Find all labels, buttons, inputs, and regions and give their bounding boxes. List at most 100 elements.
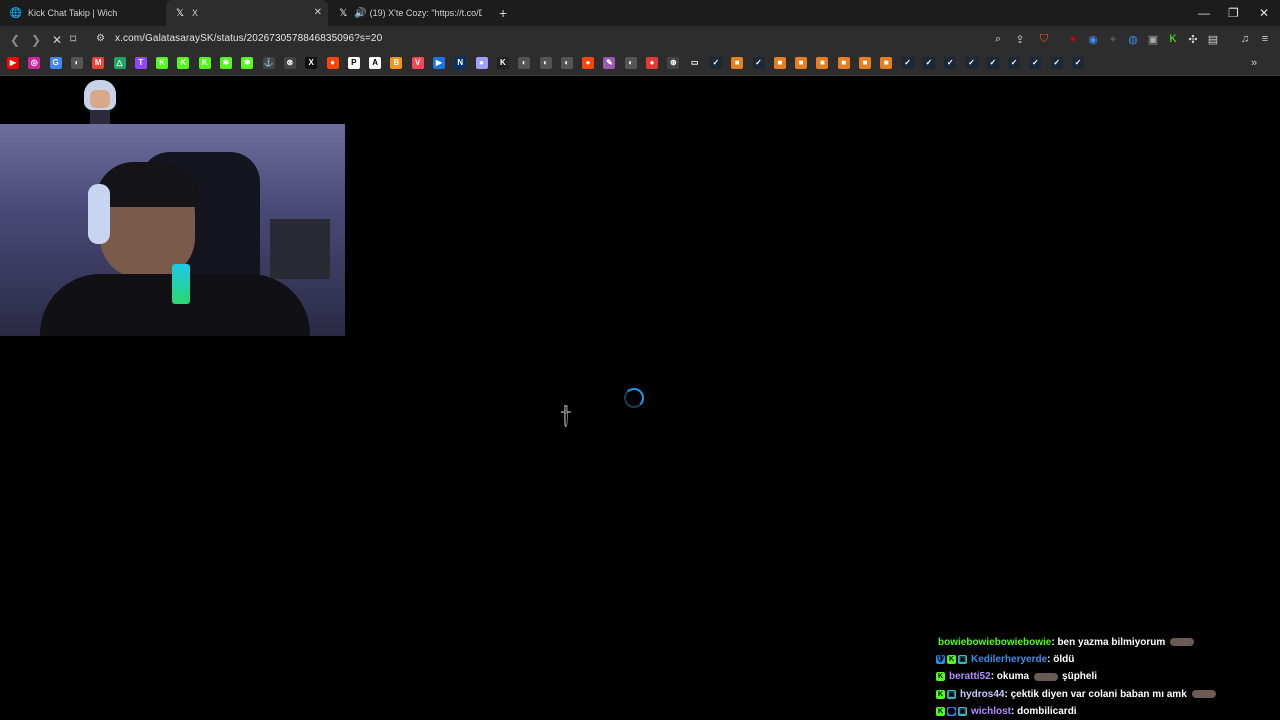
- chat-message-text: : okuma: [990, 671, 1030, 683]
- menu-icon[interactable]: ≡: [1258, 33, 1272, 45]
- forward-button[interactable]: ❯: [31, 33, 41, 47]
- extension-icon[interactable]: ◍: [1126, 33, 1140, 46]
- globe-icon[interactable]: ◐: [539, 57, 552, 69]
- p-icon[interactable]: P: [347, 57, 360, 69]
- bookmark-icon[interactable]: ⌑: [70, 32, 76, 46]
- minimize-button[interactable]: —: [1198, 6, 1210, 20]
- chat-username[interactable]: bowiebowiebowiebowie: [938, 637, 1051, 648]
- steam-icon[interactable]: ✓: [1029, 57, 1042, 69]
- a-icon[interactable]: A: [369, 57, 382, 69]
- new-tab-button[interactable]: +: [499, 5, 507, 21]
- chat-message-text: : dombilicardi: [1011, 706, 1077, 718]
- address-bar-url[interactable]: x.com/GalatasaraySK/status/2026730578846…: [115, 33, 382, 44]
- globe-icon[interactable]: ◐: [518, 57, 531, 69]
- drive-icon[interactable]: △: [113, 57, 126, 69]
- restore-button[interactable]: ❐: [1228, 6, 1239, 20]
- instagram-icon[interactable]: ◎: [28, 57, 41, 69]
- steam-icon[interactable]: ✓: [901, 57, 914, 69]
- chat-badge-icon: ▣: [958, 707, 967, 717]
- bitcoin-icon[interactable]: B: [390, 57, 403, 69]
- youtube-icon[interactable]: ▶: [7, 57, 19, 69]
- steam-icon[interactable]: ✓: [752, 57, 765, 69]
- chat-username[interactable]: beratti52: [949, 671, 991, 682]
- tab-kick-chat[interactable]: 🌐 Kick Chat Takip | Wich: [2, 0, 164, 26]
- kick-k-icon[interactable]: K: [496, 57, 509, 69]
- reddit-icon[interactable]: ●: [582, 57, 595, 69]
- brave-shield-icon[interactable]: ⛉: [1037, 33, 1051, 46]
- chat-username[interactable]: Kedilerheryerde: [971, 654, 1047, 665]
- orange-bookmark-icon[interactable]: ■: [731, 57, 744, 69]
- orange-bookmark-icon[interactable]: ■: [816, 57, 829, 69]
- orange-bookmark-icon[interactable]: ■: [880, 57, 893, 69]
- globe-icon: 🌐: [9, 7, 23, 19]
- speaker-icon[interactable]: 🔊: [354, 7, 366, 19]
- twitch-icon[interactable]: T: [134, 57, 147, 69]
- steam-icon[interactable]: ✓: [965, 57, 978, 69]
- steam-icon[interactable]: ✓: [1072, 57, 1084, 69]
- back-button[interactable]: ❮: [10, 33, 20, 47]
- close-tab-icon[interactable]: ✕: [314, 7, 322, 18]
- sidebar-icon[interactable]: ▤: [1206, 33, 1220, 46]
- steam-icon[interactable]: ✓: [944, 57, 957, 69]
- chat-username[interactable]: hydros44: [960, 689, 1004, 700]
- steam-icon[interactable]: ✓: [1008, 57, 1021, 69]
- kick-alt-icon[interactable]: ✱: [220, 57, 232, 69]
- reddit-icon[interactable]: ●: [326, 57, 339, 69]
- feather-icon[interactable]: ✎: [603, 57, 616, 69]
- close-window-button[interactable]: ✕: [1259, 6, 1269, 20]
- extension-icon[interactable]: ✦: [1106, 33, 1120, 46]
- chat-badge-icon: K: [936, 672, 945, 682]
- kick-icon[interactable]: K: [177, 57, 190, 69]
- extensions-puzzle-icon[interactable]: ✣: [1186, 33, 1200, 46]
- steam-icon[interactable]: ✓: [1050, 57, 1063, 69]
- stop-loading-button[interactable]: ✕: [52, 33, 62, 47]
- anchor-icon[interactable]: ⚓: [262, 57, 275, 69]
- globe-icon[interactable]: ◐: [70, 57, 83, 69]
- nfl-icon[interactable]: N: [454, 57, 467, 69]
- chat-message-text: : öldü: [1047, 653, 1075, 665]
- tab-x-active[interactable]: 𝕏 X ✕: [166, 0, 328, 26]
- orange-bookmark-icon[interactable]: ■: [837, 57, 850, 69]
- chat-emote-icon: [1034, 672, 1059, 681]
- kick-icon[interactable]: K: [198, 57, 211, 69]
- circle-icon[interactable]: ●: [475, 57, 488, 69]
- gmail-icon[interactable]: M: [92, 57, 105, 69]
- extension-icon[interactable]: ◉: [1086, 33, 1100, 46]
- globe-icon[interactable]: ◐: [624, 57, 637, 69]
- play-icon[interactable]: ▶: [433, 57, 445, 69]
- media-icon[interactable]: ♫: [1238, 33, 1252, 45]
- valorant-icon[interactable]: V: [411, 57, 424, 69]
- translate-icon[interactable]: G: [49, 57, 62, 69]
- kick-alt-icon[interactable]: ✱: [241, 57, 254, 69]
- chat-username[interactable]: wichlost: [971, 706, 1011, 717]
- extension-icon[interactable]: ▣: [1146, 33, 1160, 46]
- tab-strip: 🌐 Kick Chat Takip | Wich 𝕏 X ✕ 𝕏 🔊 (19) …: [0, 0, 1280, 26]
- chatgpt-icon[interactable]: ⊛: [667, 57, 680, 69]
- x-logo-icon[interactable]: X: [305, 57, 318, 69]
- zoom-icon[interactable]: ⌕: [991, 33, 1005, 46]
- orange-bookmark-icon[interactable]: ■: [795, 57, 808, 69]
- site-icon[interactable]: ⊗: [283, 57, 296, 69]
- share-icon[interactable]: ⇪: [1013, 33, 1027, 46]
- orange-bookmark-icon[interactable]: ■: [773, 57, 786, 69]
- ublock-icon[interactable]: ●: [1066, 33, 1080, 45]
- steam-icon[interactable]: ✓: [986, 57, 999, 69]
- steam-icon[interactable]: ✓: [709, 57, 722, 69]
- orange-bookmark-icon[interactable]: ■: [859, 57, 871, 69]
- steam-icon[interactable]: ✓: [922, 57, 935, 69]
- chat-message: Kberatti52 : okuma şüpheli: [936, 669, 1097, 685]
- folder-icon[interactable]: ▭: [688, 57, 701, 69]
- tab-x-cozy[interactable]: 𝕏 🔊 (19) X'te Cozy: "https://t.co/DRp: [330, 0, 490, 26]
- bookmarks-bar: ▶ ◎ G ◐ M △ T K K K ✱ ✱ ⚓ ⊗ X ● P A B V ▶ N ● K ◐ ◐ ◐ ● ✎ ◐ ● ⊛ ▭ ✓ ■ ✓ ■ ■ ■ ■…: [0, 53, 1280, 76]
- kick-icon[interactable]: K: [156, 57, 169, 69]
- red-dot-icon[interactable]: ●: [646, 57, 658, 69]
- tab-title: X: [192, 8, 199, 18]
- site-info-icon[interactable]: ⚙: [96, 33, 105, 44]
- chat-badge-icon: K: [936, 707, 945, 717]
- kick-extension-icon[interactable]: K: [1166, 33, 1180, 45]
- x-logo-icon: 𝕏: [339, 7, 348, 19]
- bookmarks-overflow-icon[interactable]: »: [1251, 57, 1257, 69]
- chat-badge-icon: 🛡: [936, 654, 945, 664]
- chat-badge-icon: K: [936, 689, 945, 699]
- globe-icon[interactable]: ◐: [560, 57, 573, 69]
